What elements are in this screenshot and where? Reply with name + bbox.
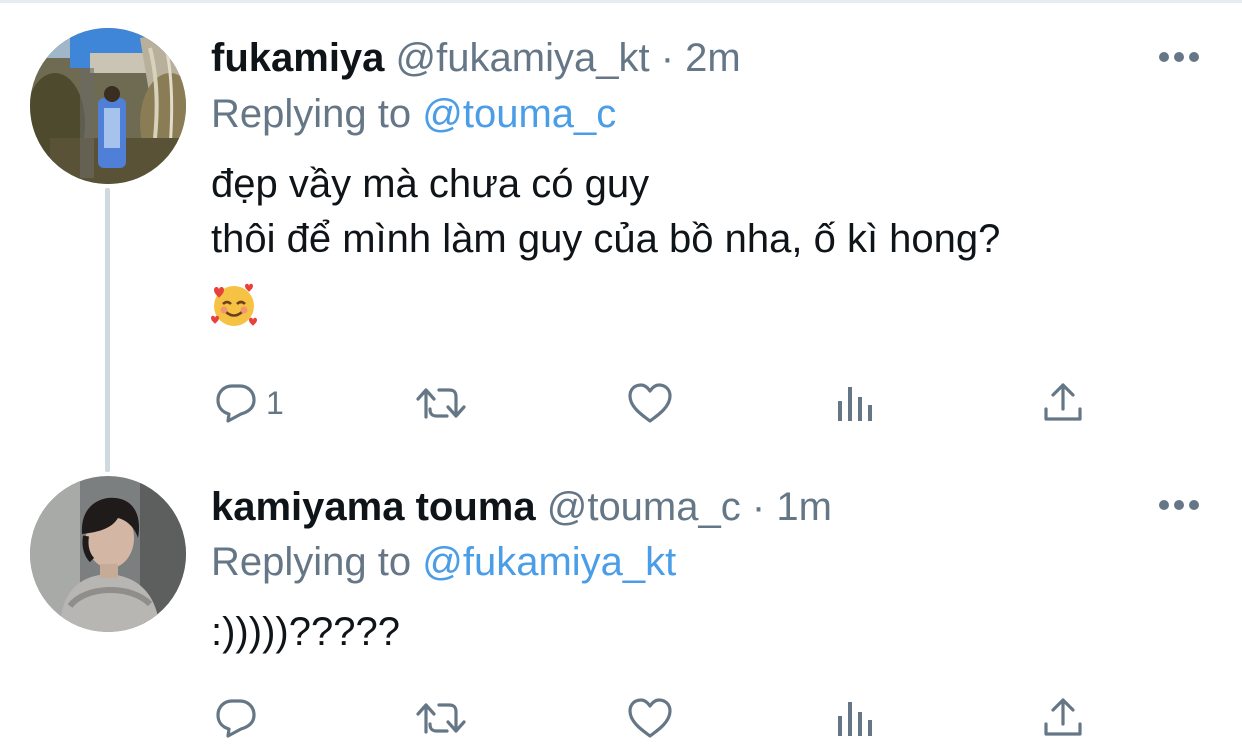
- avatar[interactable]: [30, 28, 186, 184]
- smiling-face-with-hearts-emoji: 🥰: [211, 282, 257, 328]
- tweet-text: đẹp vầy mà chưa có guy thôi để mình làm …: [211, 157, 1000, 267]
- replying-to-mention[interactable]: @fukamiya_kt: [422, 540, 676, 584]
- separator-dot: ·: [660, 36, 675, 80]
- display-name[interactable]: fukamiya: [211, 36, 384, 80]
- profile-photo-person: [30, 476, 186, 632]
- replying-to-label: Replying to: [211, 92, 412, 136]
- retweet-button[interactable]: [415, 693, 471, 743]
- user-handle[interactable]: @fukamiya_kt: [396, 36, 650, 80]
- reply-button[interactable]: 1: [214, 378, 284, 428]
- stats-button[interactable]: [835, 693, 879, 743]
- reply-count: 1: [266, 384, 284, 421]
- reply-button[interactable]: [214, 693, 266, 743]
- more-icon[interactable]: [1157, 498, 1201, 512]
- reply-icon: [216, 699, 256, 738]
- like-button[interactable]: [627, 378, 673, 428]
- tweet-actions: 1: [211, 378, 1111, 428]
- tweet-header: fukamiya @fukamiya_kt · 2m: [211, 34, 741, 82]
- timestamp[interactable]: 1m: [776, 485, 832, 529]
- reply-icon: [216, 384, 256, 423]
- tweet-text: :)))))?????: [211, 605, 400, 660]
- retweet-button[interactable]: [415, 378, 471, 428]
- display-name[interactable]: kamiyama touma: [211, 485, 536, 529]
- user-handle[interactable]: @touma_c: [547, 485, 741, 529]
- thread-connector-line: [105, 188, 110, 472]
- tweet-text-line: thôi để mình làm guy của bồ nha, ố kì ho…: [211, 217, 1001, 261]
- tweet-text-line: đẹp vầy mà chưa có guy: [211, 162, 650, 206]
- timestamp[interactable]: 2m: [685, 36, 741, 80]
- stats-icon: [838, 702, 872, 736]
- stats-button[interactable]: [835, 378, 879, 428]
- replying-to-line: Replying to @fukamiya_kt: [211, 538, 676, 586]
- profile-photo-outdoor-plants: [30, 28, 186, 184]
- replying-to-mention[interactable]: @touma_c: [422, 92, 616, 136]
- tweet-actions: [211, 693, 1111, 743]
- like-icon: [628, 383, 672, 423]
- replying-to-line: Replying to @touma_c: [211, 90, 616, 138]
- stats-icon: [838, 387, 872, 421]
- retweet-icon: [416, 703, 466, 734]
- like-icon: [628, 698, 672, 738]
- tweet-text-line: :)))))?????: [211, 610, 400, 654]
- avatar[interactable]: [30, 476, 186, 632]
- top-divider: [0, 0, 1242, 3]
- share-icon: [1044, 383, 1082, 421]
- share-icon: [1044, 698, 1082, 736]
- share-button[interactable]: [1041, 378, 1085, 428]
- replying-to-label: Replying to: [211, 540, 412, 584]
- separator-dot: ·: [751, 485, 766, 529]
- tweet-header: kamiyama touma @touma_c · 1m: [211, 483, 832, 531]
- retweet-icon: [416, 388, 466, 419]
- share-button[interactable]: [1041, 693, 1085, 743]
- more-icon[interactable]: [1157, 50, 1201, 64]
- like-button[interactable]: [627, 693, 673, 743]
